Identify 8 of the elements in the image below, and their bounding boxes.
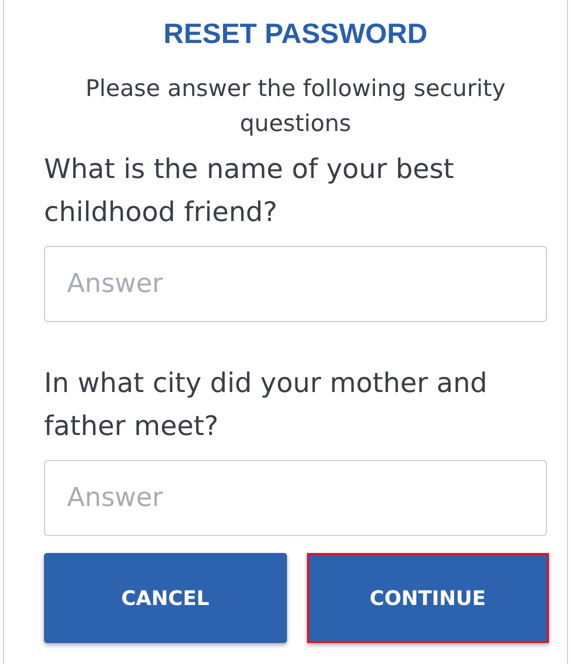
page-title: RESET PASSWORD (162, 17, 428, 51)
answer-field[interactable]: Answer (44, 460, 547, 536)
question-label: In what city did your mother and father meet? (44, 367, 488, 444)
question-label: What is the name of your best childhood friend? (44, 153, 456, 230)
answer-field[interactable]: Answer (44, 246, 547, 322)
instruction-text: Please answer the following security questions (84, 75, 506, 140)
continue-button[interactable]: CONTINUE (306, 553, 549, 644)
cancel-button[interactable]: CANCEL (44, 553, 286, 644)
